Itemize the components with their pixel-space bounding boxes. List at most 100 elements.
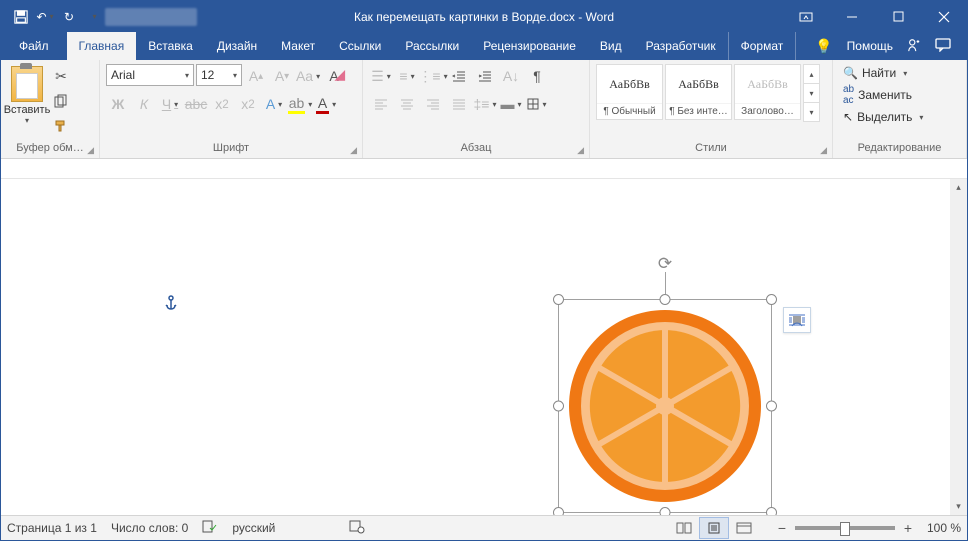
read-mode-icon[interactable] — [669, 517, 699, 539]
bullets-icon[interactable]: ☰▾ — [369, 64, 393, 88]
anchor-icon — [164, 295, 178, 314]
shading-icon[interactable]: ▬▾ — [499, 92, 523, 116]
macro-record-icon[interactable] — [349, 520, 365, 537]
font-family-combo[interactable]: Arial▾ — [106, 64, 194, 86]
tab-view[interactable]: Вид — [588, 32, 634, 60]
style-nospacing[interactable]: АаБбВв ¶ Без инте… — [665, 64, 732, 120]
align-center-icon[interactable] — [395, 92, 419, 116]
status-page[interactable]: Страница 1 из 1 — [7, 521, 97, 535]
show-hide-icon[interactable]: ¶ — [525, 64, 549, 88]
highlight-icon[interactable]: ab▾ — [288, 92, 312, 116]
clear-formatting-icon[interactable]: A◢ — [322, 64, 346, 88]
subscript-button[interactable]: x2 — [210, 92, 234, 116]
underline-button[interactable]: Ч▾ — [158, 92, 182, 116]
superscript-button[interactable]: x2 — [236, 92, 260, 116]
font-size-combo[interactable]: 12▾ — [196, 64, 242, 86]
cut-icon[interactable]: ✂ — [49, 64, 73, 88]
style-normal[interactable]: АаБбВв ¶ Обычный — [596, 64, 663, 120]
print-layout-icon[interactable] — [699, 517, 729, 539]
resize-handle[interactable] — [553, 401, 564, 412]
numbering-icon[interactable]: ≡▾ — [395, 64, 419, 88]
qat-customize-icon[interactable]: ▾ — [81, 5, 105, 29]
redo-icon[interactable]: ↻ — [57, 5, 81, 29]
zoom-slider[interactable] — [795, 526, 895, 530]
decrease-font-icon[interactable]: A▾ — [270, 64, 294, 88]
dialog-launcher-icon[interactable]: ◢ — [87, 143, 94, 158]
ribbon-options-icon[interactable] — [783, 2, 829, 32]
resize-handle[interactable] — [766, 294, 777, 305]
proofing-icon[interactable] — [202, 520, 218, 537]
tab-layout[interactable]: Макет — [269, 32, 327, 60]
resize-handle[interactable] — [766, 507, 777, 515]
dialog-launcher-icon[interactable]: ◢ — [820, 143, 827, 158]
increase-font-icon[interactable]: A▴ — [244, 64, 268, 88]
find-button[interactable]: 🔍 Найти ▾ — [839, 62, 911, 84]
picture-selection[interactable]: ⟳ — [558, 299, 772, 513]
undo-icon[interactable]: ↶▾ — [33, 5, 57, 29]
sort-icon[interactable]: A↓ — [499, 64, 523, 88]
zoom-thumb[interactable] — [840, 522, 850, 536]
tab-mailings[interactable]: Рассылки — [393, 32, 471, 60]
dialog-launcher-icon[interactable]: ◢ — [577, 143, 584, 158]
tab-file[interactable]: Файл — [1, 32, 67, 60]
minimize-icon[interactable] — [829, 2, 875, 32]
strikethrough-button[interactable]: abc — [184, 92, 208, 116]
user-account[interactable] — [105, 8, 197, 26]
resize-handle[interactable] — [660, 507, 671, 515]
multilevel-list-icon[interactable]: ⋮≡▾ — [421, 64, 445, 88]
tab-developer[interactable]: Разработчик — [634, 32, 728, 60]
tab-references[interactable]: Ссылки — [327, 32, 393, 60]
styles-scroll-up-icon[interactable]: ▴ — [804, 65, 819, 83]
dialog-launcher-icon[interactable]: ◢ — [350, 143, 357, 158]
align-right-icon[interactable] — [421, 92, 445, 116]
rotation-handle-icon[interactable]: ⟳ — [658, 254, 672, 274]
styles-scroll-down-icon[interactable]: ▾ — [804, 83, 819, 102]
increase-indent-icon[interactable] — [473, 64, 497, 88]
font-color-icon[interactable]: A▾ — [314, 92, 338, 116]
tab-insert[interactable]: Вставка — [136, 32, 205, 60]
tab-design[interactable]: Дизайн — [205, 32, 269, 60]
styles-expand-icon[interactable]: ▾ — [804, 102, 819, 121]
change-case-icon[interactable]: Aa▾ — [296, 64, 320, 88]
tab-home[interactable]: Главная — [67, 32, 137, 60]
scroll-up-icon[interactable]: ▴ — [950, 179, 967, 196]
resize-handle[interactable] — [553, 294, 564, 305]
tab-review[interactable]: Рецензирование — [471, 32, 588, 60]
italic-button[interactable]: К — [132, 92, 156, 116]
text-effects-icon[interactable]: A▾ — [262, 92, 286, 116]
share-icon[interactable] — [907, 38, 921, 55]
select-button[interactable]: ↖ Выделить ▾ — [839, 106, 927, 128]
tell-me-label[interactable]: Помощь — [847, 39, 893, 53]
zoom-out-icon[interactable]: − — [773, 519, 791, 537]
paste-button[interactable]: Вставить ▾ — [7, 64, 47, 125]
format-painter-icon[interactable] — [49, 114, 73, 138]
style-heading1[interactable]: АаБбВв Заголово… — [734, 64, 801, 120]
resize-handle[interactable] — [660, 294, 671, 305]
align-left-icon[interactable] — [369, 92, 393, 116]
status-words[interactable]: Число слов: 0 — [111, 521, 188, 535]
ruler[interactable] — [1, 159, 967, 179]
maximize-icon[interactable] — [875, 2, 921, 32]
borders-icon[interactable]: ▾ — [525, 92, 549, 116]
decrease-indent-icon[interactable] — [447, 64, 471, 88]
comments-icon[interactable] — [935, 38, 951, 55]
justify-icon[interactable] — [447, 92, 471, 116]
web-layout-icon[interactable] — [729, 517, 759, 539]
zoom-value[interactable]: 100 % — [927, 521, 961, 535]
zoom-in-icon[interactable]: + — [899, 519, 917, 537]
bold-button[interactable]: Ж — [106, 92, 130, 116]
vertical-scrollbar[interactable]: ▴ ▾ — [950, 179, 967, 515]
scroll-down-icon[interactable]: ▾ — [950, 498, 967, 515]
layout-options-button[interactable] — [783, 307, 811, 333]
copy-icon[interactable] — [49, 89, 73, 113]
document-area[interactable]: ⟳ — [1, 179, 967, 515]
replace-button[interactable]: abac Заменить — [839, 84, 916, 106]
status-language[interactable]: русский — [232, 521, 275, 535]
save-icon[interactable] — [9, 5, 33, 29]
line-spacing-icon[interactable]: ‡≡▾ — [473, 92, 497, 116]
tab-format[interactable]: Формат — [728, 32, 797, 60]
close-icon[interactable] — [921, 2, 967, 32]
resize-handle[interactable] — [766, 401, 777, 412]
resize-handle[interactable] — [553, 507, 564, 515]
picture-orange[interactable] — [565, 306, 765, 506]
